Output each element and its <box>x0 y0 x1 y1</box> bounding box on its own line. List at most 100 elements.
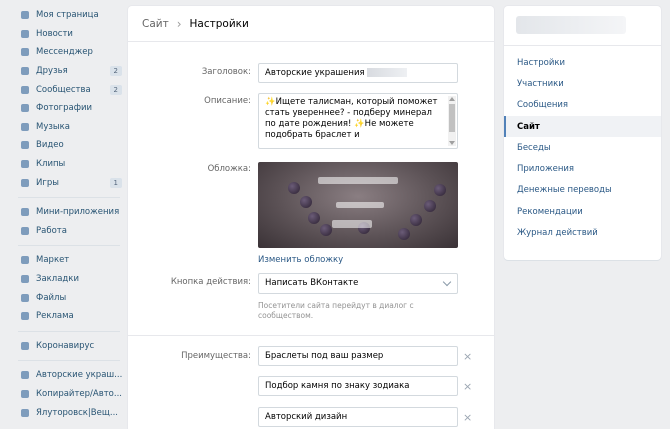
community-header <box>504 6 661 46</box>
gamepad-icon <box>20 178 30 188</box>
menu-item[interactable]: Денежные переводы <box>504 180 661 201</box>
market-icon <box>20 255 30 265</box>
menu-item[interactable]: Журнал действий <box>504 222 661 243</box>
sidebar-item[interactable]: Клипы <box>0 155 128 174</box>
bead-decoration <box>424 200 436 212</box>
scroll-down-icon[interactable] <box>449 141 455 145</box>
sidebar-item[interactable]: Друзья 2 <box>0 62 128 81</box>
camera-icon <box>20 103 30 113</box>
nav-divider <box>18 360 120 362</box>
description-textarea[interactable]: ✨Ищете талисман, который поможет стать у… <box>258 93 458 149</box>
sidebar-item[interactable]: Коронавирус <box>0 337 128 356</box>
settings-card: Сайт › Настройки Заголовок: Авторские ук… <box>128 6 494 429</box>
action-hint: Посетители сайта перейдут в диалог с соо… <box>258 301 414 320</box>
cover-text-overlay <box>336 202 384 208</box>
sidebar-item-label: Моя страница <box>36 10 99 21</box>
bead-decoration <box>434 184 446 196</box>
sidebar-item[interactable]: Копирайтер/Авто... <box>0 385 128 404</box>
sidebar-item[interactable]: Файлы <box>0 288 128 307</box>
sidebar-item-label: Файлы <box>36 292 67 303</box>
section-divider <box>128 335 494 336</box>
menu-item[interactable]: Беседы <box>504 137 661 158</box>
sidebar-item-label: Копирайтер/Авто... <box>36 388 122 399</box>
description-label: Описание: <box>204 96 251 106</box>
bead-decoration <box>410 214 422 226</box>
sidebar-item[interactable]: Работа <box>0 222 128 241</box>
group-icon <box>20 389 30 399</box>
music-icon <box>20 122 30 132</box>
video-icon <box>20 140 30 150</box>
sidebar-item[interactable]: Видео <box>0 136 128 155</box>
action-value: Написать ВКонтакте <box>265 278 359 288</box>
title-label: Заголовок: <box>201 67 251 77</box>
cover-label: Обложка: <box>207 164 251 174</box>
sidebar-item-label: Мини-приложения <box>36 207 120 218</box>
menu-item[interactable]: Приложения <box>504 158 661 179</box>
count-badge: 1 <box>109 177 122 188</box>
remove-advantage-button[interactable]: × <box>463 412 472 423</box>
community-menu: Настройки Участники Сообщения Сайт Беседы При… <box>504 46 661 244</box>
sidebar-item-label: Реклама <box>36 311 74 322</box>
sidebar-item-label: Авторские украш... <box>36 370 122 381</box>
page-title: Настройки <box>189 17 249 30</box>
clips-icon <box>20 159 30 169</box>
sidebar-item[interactable]: Ялуторовск|Вещ... <box>0 403 128 422</box>
remove-advantage-button[interactable]: × <box>463 381 472 392</box>
menu-item[interactable]: Сайт <box>504 115 661 138</box>
bead-decoration <box>288 182 300 194</box>
sidebar-item-label: Сообщества <box>36 84 91 95</box>
cover-image[interactable] <box>258 162 458 248</box>
user-icon <box>20 10 30 20</box>
menu-item[interactable]: Рекомендации <box>504 201 661 222</box>
bead-decoration <box>300 196 312 208</box>
action-select[interactable]: Написать ВКонтакте <box>258 273 458 294</box>
sidebar-item-label: Видео <box>36 140 64 151</box>
group-icon <box>20 370 30 380</box>
advantage-input[interactable]: Браслеты под ваш размер <box>258 346 458 366</box>
sidebar-item[interactable]: Игры 1 <box>0 173 128 192</box>
sidebar-item[interactable]: Маркет <box>0 251 128 270</box>
title-input[interactable]: Авторские украшения <box>258 63 458 83</box>
sidebar-item[interactable]: Мессенджер <box>0 43 128 62</box>
breadcrumb: Сайт › Настройки <box>128 6 494 42</box>
sidebar-item-label: Работа <box>36 225 67 236</box>
advantage-value: Авторский дизайн <box>265 412 348 422</box>
menu-item[interactable]: Участники <box>504 73 661 94</box>
sidebar-item[interactable]: Мини-приложения <box>0 203 128 222</box>
bead-decoration <box>308 212 320 224</box>
sidebar-item[interactable]: Сообщества 2 <box>0 80 128 99</box>
cover-text-overlay <box>332 220 372 228</box>
advantage-input[interactable]: Авторский дизайн <box>258 407 458 427</box>
left-navigation: Моя страница Новости Мессенджер Друзья 2 Сооб… <box>0 0 128 429</box>
friends-icon <box>20 66 30 76</box>
sidebar-item[interactable]: Музыка <box>0 118 128 137</box>
menu-item[interactable]: Настройки <box>504 52 661 73</box>
remove-advantage-button[interactable]: × <box>463 351 472 362</box>
description-value: ✨Ищете талисман, который поможет стать у… <box>265 97 438 140</box>
nav-divider <box>18 196 120 198</box>
breadcrumb-parent[interactable]: Сайт <box>142 18 169 30</box>
sidebar-item[interactable]: Авторские украш... <box>0 366 128 385</box>
sidebar-item[interactable]: Реклама <box>0 307 128 326</box>
blurred-text <box>366 68 407 77</box>
count-badge: 2 <box>109 84 122 95</box>
advantage-input[interactable]: Подбор камня по знаку зодиака <box>258 376 458 396</box>
sidebar-item-label: Закладки <box>36 274 79 285</box>
action-label: Кнопка действия: <box>170 277 251 287</box>
sidebar-item-label: Музыка <box>36 121 70 132</box>
breadcrumb-separator: › <box>176 16 182 31</box>
scroll-up-icon[interactable] <box>449 97 455 101</box>
advantage-value: Подбор камня по знаку зодиака <box>265 381 410 391</box>
menu-item[interactable]: Сообщения <box>504 95 661 116</box>
sidebar-item[interactable]: Закладки <box>0 270 128 289</box>
sidebar-item-label: Мессенджер <box>36 47 93 58</box>
sidebar-item[interactable]: Моя страница <box>0 6 128 25</box>
sidebar-item[interactable]: Новости <box>0 25 128 44</box>
sidebar-item[interactable]: Фотографии <box>0 99 128 118</box>
cover-text-overlay <box>318 177 398 184</box>
change-cover-link[interactable]: Изменить обложку <box>258 255 343 265</box>
sidebar-item-label: Игры <box>36 177 59 188</box>
group-icon <box>20 408 30 418</box>
description-scrollbar[interactable] <box>448 96 456 146</box>
scroll-thumb[interactable] <box>449 104 455 132</box>
